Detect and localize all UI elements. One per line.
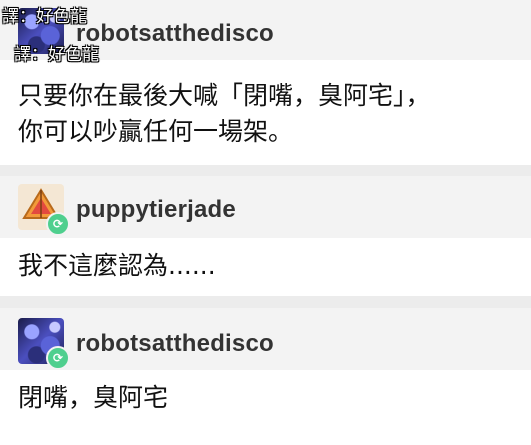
post-line: 閉嘴，臭阿宅 <box>18 383 169 412</box>
post-2: ⟳ puppytierjade 我不這麼認為...... <box>0 176 531 296</box>
reblog-icon: ⟳ <box>46 346 70 370</box>
post-line: 只要你在最後大喊「閉嘴，臭阿宅」， <box>18 81 431 110</box>
post-body: 我不這麼認為...... <box>18 248 513 284</box>
username[interactable]: robotsatthedisco <box>76 20 274 48</box>
post-body: 閉嘴，臭阿宅 <box>18 380 513 416</box>
post-header: ⟳ puppytierjade <box>0 176 531 238</box>
username[interactable]: puppytierjade <box>76 196 236 224</box>
post-3: ⟳ robotsatthedisco 閉嘴，臭阿宅 <box>0 308 531 445</box>
translator-watermark-secondary: 譯：好色龍 <box>14 45 99 65</box>
translator-watermark: 譯：好色龍 <box>2 7 87 27</box>
post-header: ⟳ robotsatthedisco <box>0 308 531 370</box>
username[interactable]: robotsatthedisco <box>76 330 274 358</box>
reblog-icon: ⟳ <box>46 212 70 236</box>
post-line: 我不這麼認為...... <box>18 251 216 280</box>
post-line: 你可以吵贏任何一場架。 <box>18 117 294 146</box>
post-body: 只要你在最後大喊「閉嘴，臭阿宅」， 你可以吵贏任何一場架。 <box>18 78 513 150</box>
